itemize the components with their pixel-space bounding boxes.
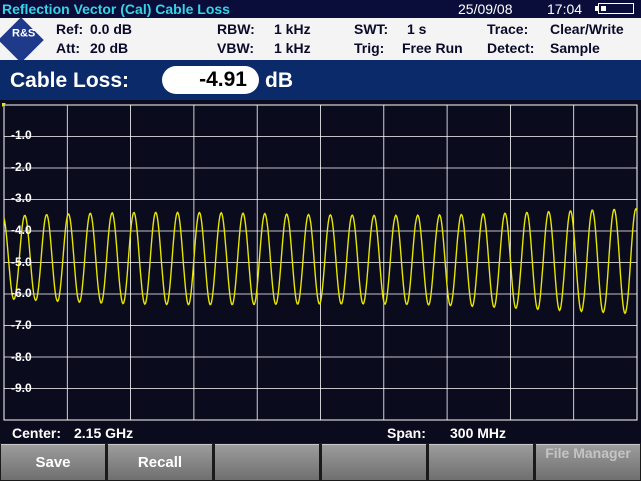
ref-value: 0.0 dB xyxy=(90,21,133,37)
y-tick-label: -7.0 xyxy=(11,318,32,332)
att-label: Att: xyxy=(56,40,81,56)
softkey-5[interactable] xyxy=(429,444,533,480)
plot-grid xyxy=(3,104,638,421)
y-tick-label: -4.0 xyxy=(11,223,32,237)
trace-label: Trace: xyxy=(487,21,529,37)
trace-value: Clear/Write xyxy=(550,21,624,37)
title-bar: Reflection Vector (Cal) Cable Loss 25/09… xyxy=(0,0,641,18)
cable-loss-bar: Cable Loss: -4.91 dB xyxy=(0,60,641,100)
softkey-bar: Save Recall File Manager xyxy=(0,443,641,481)
y-tick-label: -9.0 xyxy=(11,381,32,395)
y-tick-label: -6.0 xyxy=(11,286,32,300)
detect-label: Detect: xyxy=(487,40,535,56)
recall-softkey[interactable]: Recall xyxy=(108,444,212,480)
y-tick-label: -5.0 xyxy=(11,255,32,269)
time-display: 17:04 xyxy=(547,1,583,17)
save-softkey[interactable]: Save xyxy=(1,444,105,480)
span-label: Span: xyxy=(387,425,426,441)
y-tick-label: -3.0 xyxy=(11,191,32,205)
parameter-panel: R&S Ref: 0.0 dB Att: 20 dB RBW: 1 kHz VB… xyxy=(0,17,641,63)
vbw-value: 1 kHz xyxy=(274,40,311,56)
rbw-value: 1 kHz xyxy=(274,21,311,37)
softkey-4[interactable] xyxy=(322,444,426,480)
date-display: 25/09/08 xyxy=(458,1,513,17)
cable-loss-readout: -4.91 xyxy=(162,66,259,94)
y-tick-label: -1.0 xyxy=(11,128,32,142)
swt-value: 1 s xyxy=(407,21,427,37)
center-value: 2.15 GHz xyxy=(74,425,134,441)
trace-plot-svg xyxy=(3,104,638,421)
center-label: Center: xyxy=(12,425,62,441)
rohde-schwarz-logo-icon: R&S xyxy=(0,17,44,63)
y-tick-label: -2.0 xyxy=(11,160,32,174)
trig-label: Trig: xyxy=(354,40,385,56)
swt-label: SWT: xyxy=(354,21,389,37)
cable-loss-label: Cable Loss: xyxy=(10,69,130,92)
ref-label: Ref: xyxy=(56,21,84,37)
trig-value: Free Run xyxy=(402,40,463,56)
file-manager-softkey[interactable]: File Manager xyxy=(536,444,640,480)
detect-value: Sample xyxy=(550,40,600,56)
att-value: 20 dB xyxy=(90,40,129,56)
trace-plot: -1.0 -2.0 -3.0 -4.0 -5.0 -6.0 -7.0 -8.0 … xyxy=(0,100,641,423)
rbw-label: RBW: xyxy=(217,21,255,37)
cable-loss-unit: dB xyxy=(265,69,293,92)
status-bar: Center: 2.15 GHz Span: 300 MHz xyxy=(0,423,641,443)
reference-marker-icon xyxy=(2,103,6,107)
battery-icon xyxy=(595,3,634,14)
y-tick-label: -8.0 xyxy=(11,350,32,364)
cable-loss-value: -4.91 xyxy=(199,68,247,91)
softkey-3[interactable] xyxy=(215,444,319,480)
vbw-label: VBW: xyxy=(217,40,255,56)
window-title: Reflection Vector (Cal) Cable Loss xyxy=(2,1,230,17)
span-value: 300 MHz xyxy=(450,425,507,441)
